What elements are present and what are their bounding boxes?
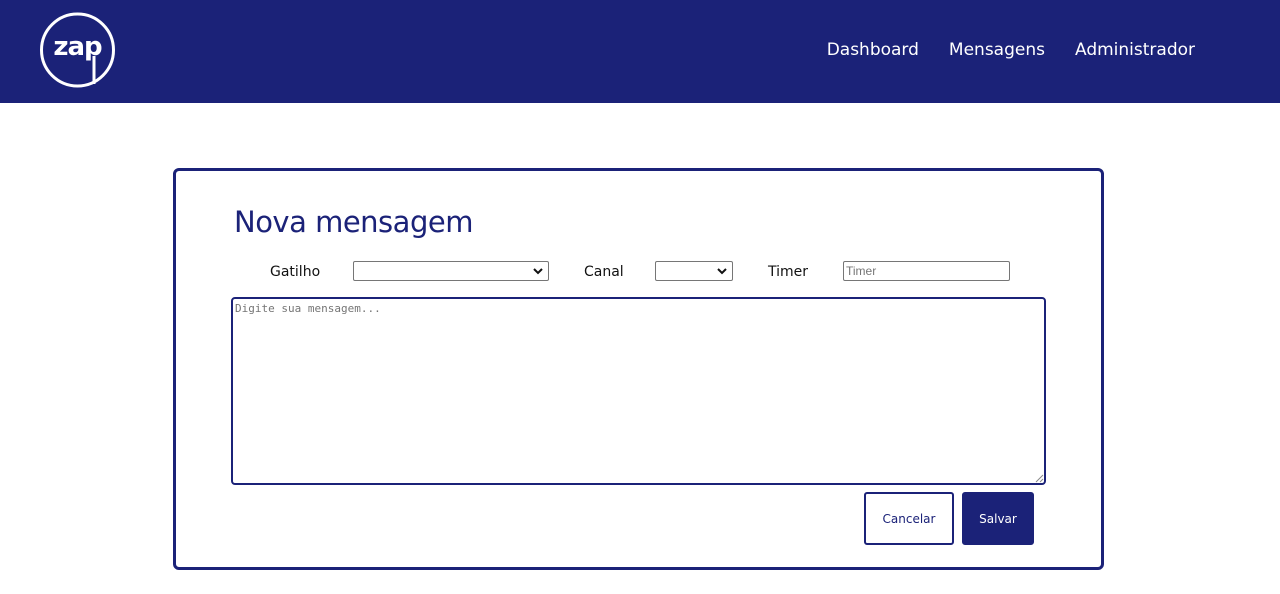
cancel-button[interactable]: Cancelar — [864, 492, 954, 545]
nav-administrador[interactable]: Administrador — [1075, 38, 1195, 62]
canal-label: Canal — [584, 264, 624, 280]
message-textarea[interactable] — [231, 297, 1046, 485]
page-title: Nova mensagem — [234, 205, 473, 239]
zap-logo-icon[interactable]: zap — [39, 12, 116, 88]
canal-select[interactable] — [655, 261, 733, 281]
chevron-down-icon — [717, 268, 727, 275]
top-navbar: zap Dashboard Mensagens Administrador — [0, 0, 1280, 103]
chevron-down-icon — [533, 268, 543, 275]
logo-text: zap — [53, 32, 102, 62]
timer-label: Timer — [768, 264, 809, 280]
new-message-card: Nova mensagem Gatilho Canal Timer Cancel… — [173, 168, 1104, 570]
save-button[interactable]: Salvar — [962, 492, 1034, 545]
nav-mensagens[interactable]: Mensagens — [949, 38, 1045, 62]
resize-grip-icon[interactable] — [1035, 474, 1044, 483]
gatilho-select[interactable] — [353, 261, 549, 281]
main-nav: Dashboard Mensagens Administrador — [827, 38, 1195, 62]
gatilho-label: Gatilho — [270, 264, 321, 280]
timer-input[interactable] — [843, 261, 1010, 281]
nav-dashboard[interactable]: Dashboard — [827, 38, 919, 62]
